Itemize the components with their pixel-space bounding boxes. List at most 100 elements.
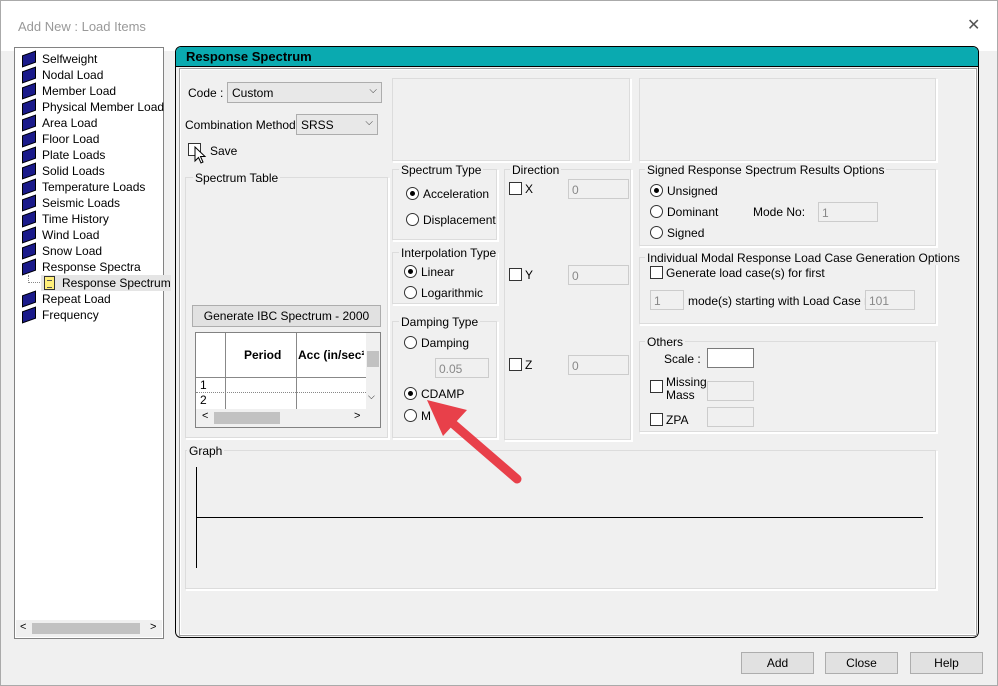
- tree-item[interactable]: Repeat Load: [21, 290, 111, 308]
- z-factor-field[interactable]: 0: [568, 355, 629, 375]
- tree-item[interactable]: Physical Member Load: [21, 98, 164, 116]
- tree-item-label: Temperature Loads: [42, 180, 146, 194]
- missing-mass-label-line2: Mass: [666, 388, 695, 402]
- tree-item[interactable]: Nodal Load: [21, 66, 103, 84]
- y-direction-label: Y: [525, 268, 534, 282]
- book-icon: [21, 306, 37, 324]
- scroll-thumb[interactable]: [214, 412, 280, 424]
- generate-load-cases-checkbox[interactable]: [650, 266, 663, 279]
- scale-input[interactable]: [707, 348, 754, 368]
- close-icon[interactable]: ✕: [967, 15, 980, 35]
- tree-item[interactable]: Solid Loads: [21, 162, 105, 180]
- row-number: 2: [200, 393, 207, 407]
- table-horizontal-scrollbar[interactable]: < >: [196, 409, 380, 427]
- damping-radio[interactable]: [404, 336, 417, 349]
- zpa-checkbox[interactable]: [650, 413, 663, 426]
- graph-label: Graph: [187, 444, 225, 458]
- damping-value-field[interactable]: 0.05: [435, 358, 489, 378]
- z-direction-checkbox[interactable]: [509, 358, 522, 371]
- signed-radio[interactable]: [650, 226, 663, 239]
- code-select-value: Custom: [232, 86, 274, 100]
- linear-label: Linear: [421, 265, 455, 279]
- displacement-radio[interactable]: [406, 213, 419, 226]
- tree-item[interactable]: Temperature Loads: [21, 178, 146, 196]
- x-factor-field[interactable]: 0: [568, 179, 629, 199]
- tree-item[interactable]: Wind Load: [21, 226, 99, 244]
- tree-item[interactable]: Seismic Loads: [21, 194, 120, 212]
- graph-x-axis: [196, 517, 923, 518]
- unsigned-label: Unsigned: [667, 184, 718, 198]
- tree-item[interactable]: Time History: [21, 210, 109, 228]
- mouse-cursor-icon: [194, 146, 207, 164]
- red-arrow-annotation: [427, 400, 522, 484]
- book-icon: [21, 98, 37, 116]
- mode-no-field[interactable]: 1: [818, 202, 878, 222]
- window-title: Add New : Load Items: [18, 19, 146, 34]
- y-factor-field[interactable]: 0: [568, 265, 629, 285]
- add-button[interactable]: Add: [741, 652, 814, 674]
- scroll-thumb[interactable]: [32, 623, 140, 634]
- missing-mass-checkbox[interactable]: [650, 380, 663, 393]
- book-icon: [21, 82, 37, 100]
- column-header-period: Period: [244, 348, 282, 362]
- arrow-shaft: [446, 417, 522, 484]
- book-icon: [21, 146, 37, 164]
- spectrum-table-grid[interactable]: Period Acc (in/sec²) 1 2 ⌵ < >: [195, 332, 381, 428]
- linear-radio[interactable]: [404, 265, 417, 278]
- tree-item[interactable]: Response Spectrum: [41, 275, 171, 291]
- book-icon: [21, 242, 37, 260]
- help-button[interactable]: Help: [910, 652, 983, 674]
- scroll-left-icon[interactable]: <: [202, 410, 208, 422]
- y-direction-checkbox[interactable]: [509, 268, 522, 281]
- combination-method-select[interactable]: SRSS ⌵: [296, 114, 378, 135]
- title-bar: Add New : Load Items ✕: [1, 1, 997, 51]
- tree-item[interactable]: Member Load: [21, 82, 117, 100]
- tree-item[interactable]: Snow Load: [21, 242, 102, 260]
- mdamp-radio[interactable]: [404, 409, 417, 422]
- modes-count-field[interactable]: 1: [650, 290, 684, 310]
- header-divider: [196, 377, 380, 378]
- missing-mass-field[interactable]: [707, 381, 754, 401]
- dominant-radio[interactable]: [650, 205, 663, 218]
- chevron-down-icon[interactable]: ⌵: [368, 391, 375, 402]
- acceleration-label: Acceleration: [423, 187, 490, 201]
- scroll-right-icon[interactable]: >: [150, 621, 156, 633]
- code-select[interactable]: Custom ⌵: [227, 82, 382, 103]
- scroll-left-icon[interactable]: <: [20, 621, 26, 633]
- tree-item[interactable]: Selfweight: [21, 50, 98, 68]
- tree-item[interactable]: Floor Load: [21, 130, 99, 148]
- save-label: Save: [210, 144, 238, 158]
- generate-load-cases-label: Generate load case(s) for first: [666, 266, 825, 280]
- scroll-thumb[interactable]: [367, 351, 379, 367]
- tree-item-label: Selfweight: [42, 52, 98, 66]
- cdamp-radio[interactable]: [404, 387, 417, 400]
- signed-label: Signed: [667, 226, 705, 240]
- tree-item-label: Area Load: [42, 116, 98, 130]
- tree-item[interactable]: Plate Loads: [21, 146, 106, 164]
- book-icon: [21, 130, 37, 148]
- direction-label: Direction: [510, 163, 562, 177]
- tree-item[interactable]: Response Spectra: [21, 258, 141, 276]
- tree-item[interactable]: Area Load: [21, 114, 98, 132]
- scroll-right-icon[interactable]: >: [354, 410, 360, 422]
- tree-item-label: Plate Loads: [42, 148, 106, 162]
- table-vertical-scrollbar[interactable]: ⌵: [366, 333, 380, 409]
- page-icon: [41, 276, 57, 290]
- tree-item-label: Frequency: [42, 308, 99, 322]
- load-case-number-field[interactable]: 101: [865, 290, 915, 310]
- tree-item-label: Member Load: [42, 84, 117, 98]
- close-button[interactable]: Close: [825, 652, 898, 674]
- tree-horizontal-scrollbar[interactable]: < >: [16, 620, 162, 637]
- generate-ibc-spectrum-button[interactable]: Generate IBC Spectrum - 2000: [192, 305, 381, 327]
- tree-item[interactable]: Frequency: [21, 306, 99, 324]
- tree-item-label: Response Spectrum: [62, 276, 171, 290]
- x-direction-checkbox[interactable]: [509, 182, 522, 195]
- acceleration-radio[interactable]: [406, 187, 419, 200]
- logarithmic-radio[interactable]: [404, 286, 417, 299]
- x-direction-label: X: [525, 182, 534, 196]
- unsigned-radio[interactable]: [650, 184, 663, 197]
- tree-item-label: Response Spectra: [42, 260, 141, 274]
- interpolation-type-label: Interpolation Type: [399, 246, 499, 260]
- tree-connector: [28, 275, 40, 283]
- zpa-field[interactable]: [707, 407, 754, 427]
